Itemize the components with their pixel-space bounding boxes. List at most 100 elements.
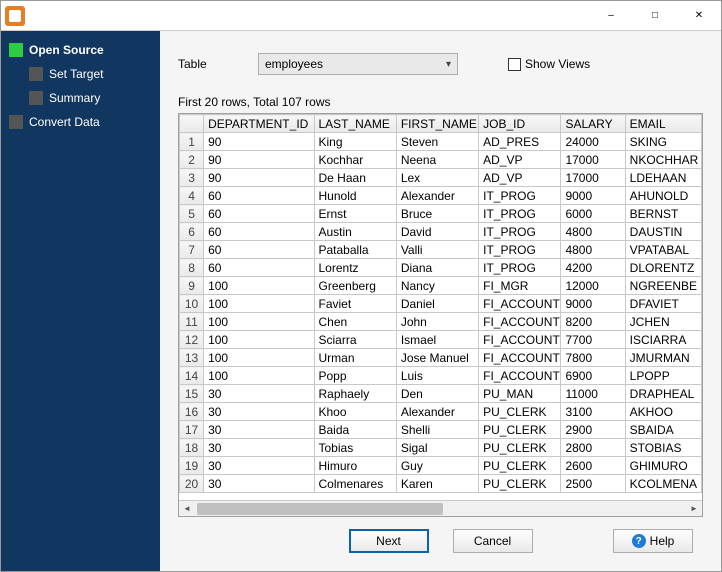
cell[interactable]: VPATABAL bbox=[625, 241, 701, 259]
cell[interactable]: Greenberg bbox=[314, 277, 396, 295]
column-header[interactable]: JOB_ID bbox=[479, 115, 561, 133]
cell[interactable]: Jose Manuel bbox=[396, 349, 478, 367]
scroll-left-icon[interactable]: ◄ bbox=[179, 501, 195, 517]
column-header[interactable]: DEPARTMENT_ID bbox=[204, 115, 314, 133]
cell[interactable]: STOBIAS bbox=[625, 439, 701, 457]
cell[interactable]: Daniel bbox=[396, 295, 478, 313]
cell[interactable]: 100 bbox=[204, 349, 314, 367]
cell[interactable]: Sigal bbox=[396, 439, 478, 457]
table-row[interactable]: 13100UrmanJose ManuelFI_ACCOUNT7800JMURM… bbox=[180, 349, 702, 367]
cell[interactable]: Steven bbox=[396, 133, 478, 151]
cell[interactable]: Shelli bbox=[396, 421, 478, 439]
table-row[interactable]: 9100GreenbergNancyFI_MGR12000NGREENBE bbox=[180, 277, 702, 295]
table-row[interactable]: 2030ColmenaresKarenPU_CLERK2500KCOLMENA bbox=[180, 475, 702, 493]
show-views-checkbox[interactable]: Show Views bbox=[508, 57, 590, 71]
cell[interactable]: 2900 bbox=[561, 421, 625, 439]
cell[interactable]: DFAVIET bbox=[625, 295, 701, 313]
table-row[interactable]: 190KingStevenAD_PRES24000SKING bbox=[180, 133, 702, 151]
cell[interactable]: 60 bbox=[204, 187, 314, 205]
cell[interactable]: 30 bbox=[204, 457, 314, 475]
cell[interactable]: Guy bbox=[396, 457, 478, 475]
table-row[interactable]: 14100PoppLuisFI_ACCOUNT6900LPOPP bbox=[180, 367, 702, 385]
cell[interactable]: Pataballa bbox=[314, 241, 396, 259]
cell[interactable]: 30 bbox=[204, 385, 314, 403]
cell[interactable]: IT_PROG bbox=[479, 241, 561, 259]
cell[interactable]: KCOLMENA bbox=[625, 475, 701, 493]
cell[interactable]: 100 bbox=[204, 331, 314, 349]
cell[interactable]: DLORENTZ bbox=[625, 259, 701, 277]
cell[interactable]: PU_CLERK bbox=[479, 475, 561, 493]
cell[interactable]: 60 bbox=[204, 205, 314, 223]
table-row[interactable]: 10100FavietDanielFI_ACCOUNT9000DFAVIET bbox=[180, 295, 702, 313]
column-header[interactable]: LAST_NAME bbox=[314, 115, 396, 133]
horizontal-scrollbar[interactable]: ◄ ► bbox=[179, 500, 702, 516]
cell[interactable]: Sciarra bbox=[314, 331, 396, 349]
cell[interactable]: Chen bbox=[314, 313, 396, 331]
cell[interactable]: 100 bbox=[204, 313, 314, 331]
cell[interactable]: 12000 bbox=[561, 277, 625, 295]
table-row[interactable]: 11100ChenJohnFI_ACCOUNT8200JCHEN bbox=[180, 313, 702, 331]
data-grid[interactable]: DEPARTMENT_IDLAST_NAMEFIRST_NAMEJOB_IDSA… bbox=[178, 113, 703, 517]
scroll-right-icon[interactable]: ► bbox=[686, 501, 702, 517]
table-row[interactable]: 760PataballaValliIT_PROG4800VPATABAL bbox=[180, 241, 702, 259]
cell[interactable]: PU_CLERK bbox=[479, 439, 561, 457]
cell[interactable]: PU_MAN bbox=[479, 385, 561, 403]
cancel-button[interactable]: Cancel bbox=[453, 529, 533, 553]
cell[interactable]: FI_ACCOUNT bbox=[479, 367, 561, 385]
wizard-step[interactable]: Convert Data bbox=[9, 115, 156, 129]
cell[interactable]: 100 bbox=[204, 367, 314, 385]
cell[interactable]: 4800 bbox=[561, 223, 625, 241]
maximize-button[interactable]: □ bbox=[633, 1, 677, 30]
cell[interactable]: Valli bbox=[396, 241, 478, 259]
cell[interactable]: Alexander bbox=[396, 187, 478, 205]
cell[interactable]: 6900 bbox=[561, 367, 625, 385]
table-row[interactable]: 390De HaanLexAD_VP17000LDEHAAN bbox=[180, 169, 702, 187]
cell[interactable]: 60 bbox=[204, 223, 314, 241]
cell[interactable]: 90 bbox=[204, 133, 314, 151]
cell[interactable]: 24000 bbox=[561, 133, 625, 151]
cell[interactable]: 30 bbox=[204, 475, 314, 493]
table-row[interactable]: 660AustinDavidIT_PROG4800DAUSTIN bbox=[180, 223, 702, 241]
cell[interactable]: 11000 bbox=[561, 385, 625, 403]
cell[interactable]: 60 bbox=[204, 259, 314, 277]
cell[interactable]: SKING bbox=[625, 133, 701, 151]
cell[interactable]: Kochhar bbox=[314, 151, 396, 169]
cell[interactable]: 2800 bbox=[561, 439, 625, 457]
cell[interactable]: JCHEN bbox=[625, 313, 701, 331]
table-row[interactable]: 560ErnstBruceIT_PROG6000BERNST bbox=[180, 205, 702, 223]
cell[interactable]: 8200 bbox=[561, 313, 625, 331]
cell[interactable]: John bbox=[396, 313, 478, 331]
table-row[interactable]: 460HunoldAlexanderIT_PROG9000AHUNOLD bbox=[180, 187, 702, 205]
cell[interactable]: FI_ACCOUNT bbox=[479, 295, 561, 313]
cell[interactable]: Hunold bbox=[314, 187, 396, 205]
wizard-step[interactable]: Summary bbox=[29, 91, 156, 105]
cell[interactable]: 9000 bbox=[561, 187, 625, 205]
table-row[interactable]: 1730BaidaShelliPU_CLERK2900SBAIDA bbox=[180, 421, 702, 439]
cell[interactable]: King bbox=[314, 133, 396, 151]
column-header[interactable]: EMAIL bbox=[625, 115, 701, 133]
help-button[interactable]: ? Help bbox=[613, 529, 693, 553]
cell[interactable]: FI_ACCOUNT bbox=[479, 331, 561, 349]
table-row[interactable]: 860LorentzDianaIT_PROG4200DLORENTZ bbox=[180, 259, 702, 277]
cell[interactable]: PU_CLERK bbox=[479, 421, 561, 439]
cell[interactable]: 90 bbox=[204, 151, 314, 169]
cell[interactable]: 7800 bbox=[561, 349, 625, 367]
cell[interactable]: 7700 bbox=[561, 331, 625, 349]
cell[interactable]: NKOCHHAR bbox=[625, 151, 701, 169]
wizard-step[interactable]: Open Source bbox=[9, 43, 156, 57]
table-row[interactable]: 1830TobiasSigalPU_CLERK2800STOBIAS bbox=[180, 439, 702, 457]
cell[interactable]: Ismael bbox=[396, 331, 478, 349]
cell[interactable]: Raphaely bbox=[314, 385, 396, 403]
cell[interactable]: 30 bbox=[204, 421, 314, 439]
cell[interactable]: PU_CLERK bbox=[479, 457, 561, 475]
cell[interactable]: 4200 bbox=[561, 259, 625, 277]
cell[interactable]: Baida bbox=[314, 421, 396, 439]
cell[interactable]: DAUSTIN bbox=[625, 223, 701, 241]
table-row[interactable]: 1630KhooAlexanderPU_CLERK3100AKHOO bbox=[180, 403, 702, 421]
cell[interactable]: Diana bbox=[396, 259, 478, 277]
cell[interactable]: AD_VP bbox=[479, 151, 561, 169]
cell[interactable]: David bbox=[396, 223, 478, 241]
cell[interactable]: 30 bbox=[204, 403, 314, 421]
cell[interactable]: 2500 bbox=[561, 475, 625, 493]
cell[interactable]: ISCIARRA bbox=[625, 331, 701, 349]
